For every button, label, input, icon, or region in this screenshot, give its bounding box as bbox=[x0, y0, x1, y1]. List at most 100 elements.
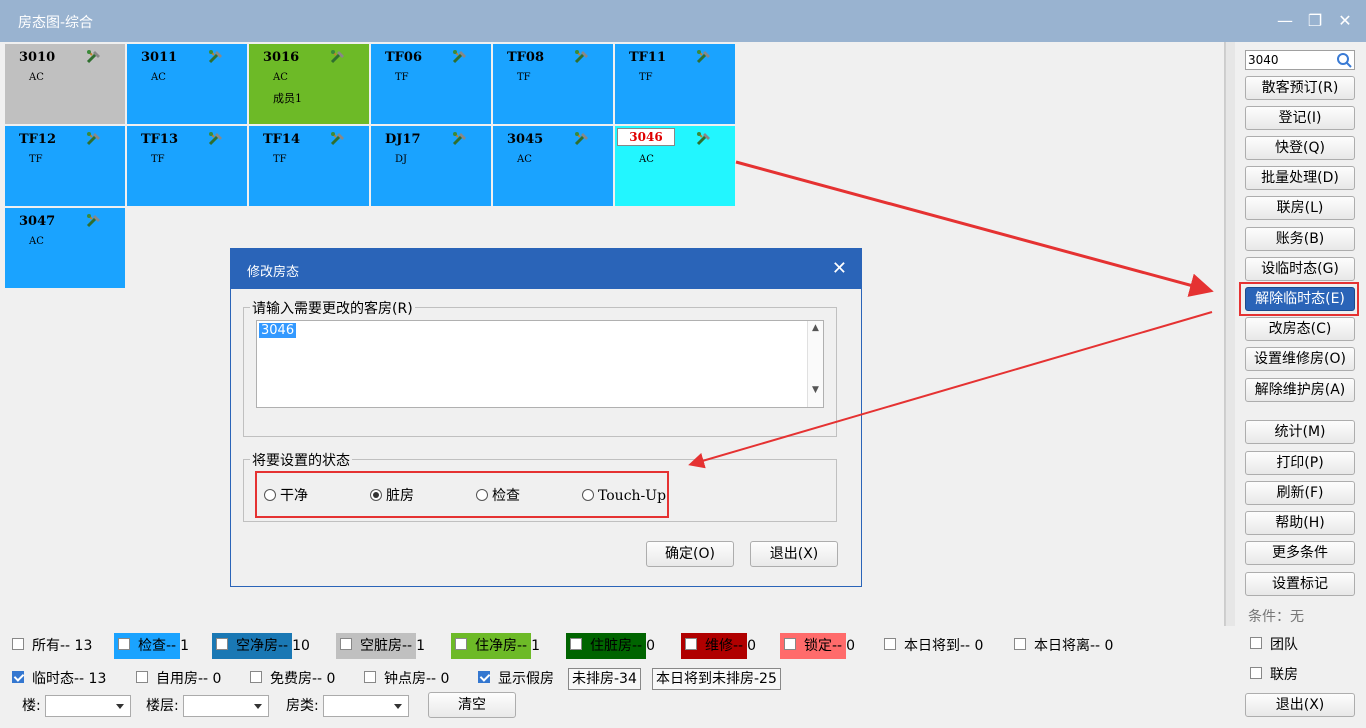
room-tile[interactable]: TF13 TF bbox=[127, 126, 247, 206]
room-tile[interactable]: TF12 TF bbox=[5, 126, 125, 206]
floor-label: 楼层: bbox=[146, 698, 179, 714]
locked-checkbox[interactable] bbox=[784, 638, 796, 650]
exit-button[interactable]: 退出(X) bbox=[1245, 693, 1355, 717]
floor-dropdown[interactable] bbox=[183, 695, 270, 717]
set-temp-status-button[interactable]: 设临时态(G) bbox=[1245, 257, 1355, 281]
set-maintenance-button[interactable]: 设置维修房(O) bbox=[1245, 347, 1355, 371]
arriving-unassigned-box[interactable]: 本日将到未排房-25 bbox=[652, 666, 781, 692]
more-conditions-button[interactable]: 更多条件 bbox=[1245, 541, 1355, 565]
unassigned-box[interactable]: 未排房-34 bbox=[568, 666, 641, 692]
clear-button[interactable]: 清空 bbox=[428, 692, 516, 718]
minimize-icon[interactable]: — bbox=[1276, 12, 1294, 30]
room-tile[interactable]: 3046 AC bbox=[615, 126, 735, 206]
legend-free[interactable]: 免费房-- 0 bbox=[250, 666, 335, 692]
legend-vacant-clean[interactable]: 空净房-- 10 bbox=[212, 633, 310, 659]
help-button[interactable]: 帮助(H) bbox=[1245, 511, 1355, 535]
refresh-button[interactable]: 刷新(F) bbox=[1245, 481, 1355, 505]
arriving-checkbox[interactable] bbox=[884, 638, 896, 650]
room-number: 3011 bbox=[141, 50, 178, 65]
room-tile[interactable]: TF08 TF bbox=[493, 44, 613, 124]
linked-checkbox-box[interactable] bbox=[1250, 667, 1262, 679]
dialog-exit-button[interactable]: 退出(X) bbox=[750, 541, 838, 567]
search-icon[interactable] bbox=[1336, 52, 1352, 68]
clear-maintenance-button[interactable]: 解除维护房(A) bbox=[1245, 378, 1355, 402]
legend-vacant-dirty[interactable]: 空脏房-- 1 bbox=[336, 633, 425, 659]
tool-icon bbox=[207, 130, 225, 148]
inspect-checkbox[interactable] bbox=[118, 638, 130, 650]
legend-occupied-clean[interactable]: 住净房-- 1 bbox=[451, 633, 540, 659]
occupied-clean-checkbox[interactable] bbox=[455, 638, 467, 650]
dialog-close-icon[interactable]: ✕ bbox=[832, 258, 847, 279]
repair-checkbox[interactable] bbox=[685, 638, 697, 650]
building-dropdown[interactable] bbox=[45, 695, 132, 717]
room-tile[interactable]: TF14 TF bbox=[249, 126, 369, 206]
room-tile[interactable]: TF11 TF bbox=[615, 44, 735, 124]
highlight-frame bbox=[1239, 282, 1359, 316]
team-checkbox-box[interactable] bbox=[1250, 637, 1262, 649]
legend-all[interactable]: 所有-- 13 bbox=[12, 633, 92, 659]
quick-checkin-button[interactable]: 快登(Q) bbox=[1245, 136, 1355, 160]
legend-occupied-dirty[interactable]: 住脏房-- 0 bbox=[566, 633, 655, 659]
legend-repair[interactable]: 维修-- 0 bbox=[681, 633, 756, 659]
link-rooms-button[interactable]: 联房(L) bbox=[1245, 196, 1355, 220]
legend-show-fake[interactable]: 显示假房 bbox=[478, 666, 554, 692]
leaving-checkbox[interactable] bbox=[1014, 638, 1026, 650]
floor-filter[interactable]: 楼层: bbox=[146, 693, 270, 719]
room-type-dropdown[interactable] bbox=[323, 695, 410, 717]
free-checkbox[interactable] bbox=[250, 671, 262, 683]
rooms-textarea[interactable]: 3046 ▲ ▼ bbox=[256, 320, 824, 408]
occupied-dirty-checkbox[interactable] bbox=[570, 638, 582, 650]
legend-self-use-label: 自用房-- 0 bbox=[156, 671, 222, 687]
legend-leaving[interactable]: 本日将离-- 0 bbox=[1014, 633, 1113, 659]
vacant-clean-checkbox[interactable] bbox=[216, 638, 228, 650]
room-tile[interactable]: DJ17 DJ bbox=[371, 126, 491, 206]
temp-checkbox[interactable] bbox=[12, 671, 24, 683]
print-button[interactable]: 打印(P) bbox=[1245, 451, 1355, 475]
room-tile[interactable]: 3011 AC bbox=[127, 44, 247, 124]
all-checkbox[interactable] bbox=[12, 638, 24, 650]
checkin-button[interactable]: 登记(I) bbox=[1245, 106, 1355, 130]
textarea-scrollbar[interactable]: ▲ ▼ bbox=[807, 321, 823, 407]
room-tile[interactable]: 3045 AC bbox=[493, 126, 613, 206]
tool-icon bbox=[573, 48, 591, 66]
change-room-status-button[interactable]: 改房态(C) bbox=[1245, 317, 1355, 341]
legend-temp[interactable]: 临时态-- 13 bbox=[12, 666, 106, 692]
room-tile[interactable]: 3047 AC bbox=[5, 208, 125, 288]
walkin-booking-button[interactable]: 散客预订(R) bbox=[1245, 76, 1355, 100]
team-checkbox[interactable]: 团队 bbox=[1250, 634, 1298, 654]
legend-arriving-label: 本日将到-- 0 bbox=[904, 638, 984, 654]
room-type: AC bbox=[29, 236, 44, 247]
room-tile[interactable]: 3010 AC bbox=[5, 44, 125, 124]
legend-hourly-label: 钟点房-- 0 bbox=[384, 671, 450, 687]
close-icon[interactable]: ✕ bbox=[1336, 12, 1354, 30]
set-marker-button[interactable]: 设置标记 bbox=[1245, 572, 1355, 596]
room-type: TF bbox=[273, 154, 287, 165]
room-tile[interactable]: TF06 TF bbox=[371, 44, 491, 124]
dialog-title: 修改房态 bbox=[247, 265, 300, 280]
room-search-input[interactable]: 3040 bbox=[1245, 50, 1355, 70]
legend-occupied-dirty-label: 住脏房-- bbox=[590, 638, 643, 654]
room-type-filter[interactable]: 房类: bbox=[286, 693, 410, 719]
statistics-button[interactable]: 统计(M) bbox=[1245, 420, 1355, 444]
legend-arriving[interactable]: 本日将到-- 0 bbox=[884, 633, 983, 659]
hourly-checkbox[interactable] bbox=[364, 671, 376, 683]
board-scrollbar[interactable] bbox=[1225, 42, 1235, 626]
show-fake-checkbox[interactable] bbox=[478, 671, 490, 683]
restore-icon[interactable]: ❐ bbox=[1306, 12, 1324, 30]
linked-checkbox[interactable]: 联房 bbox=[1250, 664, 1298, 684]
room-number: DJ17 bbox=[385, 132, 421, 147]
legend-self-use[interactable]: 自用房-- 0 bbox=[136, 666, 221, 692]
building-filter[interactable]: 楼: bbox=[22, 693, 132, 719]
vacant-dirty-checkbox[interactable] bbox=[340, 638, 352, 650]
room-tile[interactable]: 3016 AC 成员1 bbox=[249, 44, 369, 124]
ok-button[interactable]: 确定(O) bbox=[646, 541, 734, 567]
legend-locked[interactable]: 锁定-- 0 bbox=[780, 633, 855, 659]
legend-hourly[interactable]: 钟点房-- 0 bbox=[364, 666, 449, 692]
scroll-down-icon[interactable]: ▼ bbox=[808, 385, 823, 395]
scroll-up-icon[interactable]: ▲ bbox=[808, 323, 823, 333]
linked-label: 联房 bbox=[1270, 667, 1298, 683]
accounts-button[interactable]: 账务(B) bbox=[1245, 227, 1355, 251]
batch-process-button[interactable]: 批量处理(D) bbox=[1245, 166, 1355, 190]
legend-inspect[interactable]: 检查-- 1 bbox=[114, 633, 189, 659]
self-use-checkbox[interactable] bbox=[136, 671, 148, 683]
